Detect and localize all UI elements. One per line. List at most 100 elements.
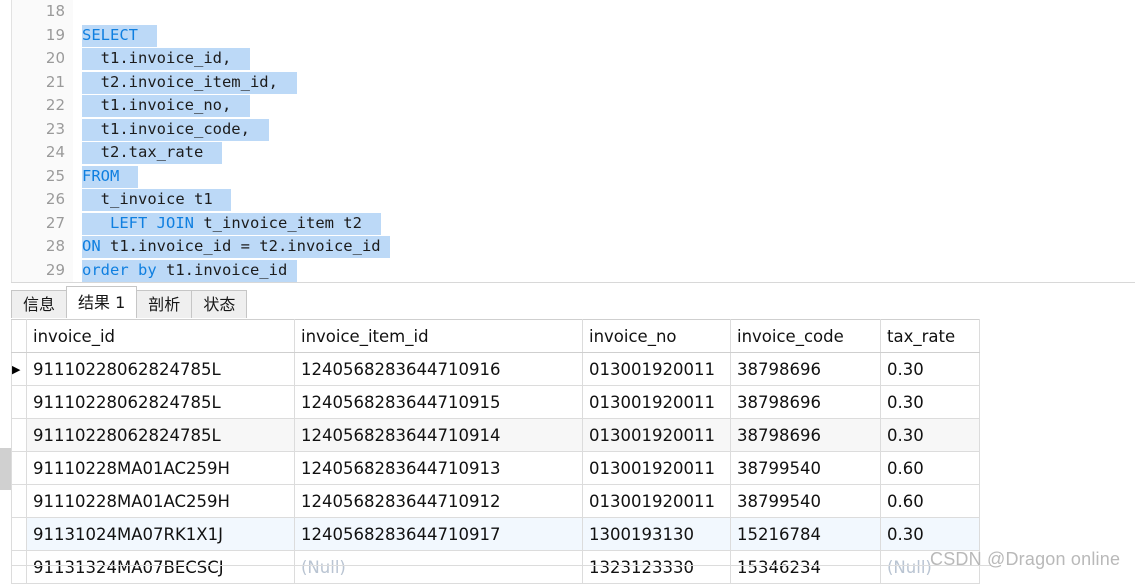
cell-invoice-no[interactable]: 013001920011: [582, 352, 731, 386]
line-number: 28: [45, 237, 65, 255]
cell-invoice-item-id[interactable]: 1240568283644710915: [294, 385, 583, 419]
sql-identifier: [277, 71, 297, 94]
cell-tax-rate[interactable]: 0.60: [880, 484, 980, 518]
table-bottom-edge: [11, 565, 991, 566]
row-marker-cell[interactable]: [11, 550, 27, 584]
table-row[interactable]: 91131024MA07RK1X1J 1240568283644710917 130…: [11, 517, 980, 551]
row-marker-cell[interactable]: [11, 517, 27, 551]
column-header-invoice-no[interactable]: invoice_no: [582, 319, 731, 353]
tab-item[interactable]: 信息: [11, 290, 68, 318]
sql-identifier: [212, 189, 232, 211]
cell-invoice-item-id[interactable]: 1240568283644710916: [294, 352, 583, 386]
cell-invoice-no[interactable]: 013001920011: [582, 451, 731, 485]
code-line[interactable]: ON t1.invoice_id = t2.invoice_id: [73, 235, 1135, 259]
cell-invoice-no[interactable]: 013001920011: [582, 385, 731, 419]
cell-tax-rate[interactable]: 0.30: [880, 418, 980, 452]
cell-invoice-code[interactable]: 38798696: [730, 418, 881, 452]
table-row[interactable]: 91110228MA01AC259H 1240568283644710912 013…: [11, 484, 980, 518]
table-row[interactable]: 91131324MA07BECSCJ (Null) 1323123330 153462…: [11, 550, 980, 584]
table-row[interactable]: 91110228062824785L 1240568283644710915 013…: [11, 385, 980, 419]
cell-invoice-id[interactable]: 91110228MA01AC259H: [26, 451, 295, 485]
sql-identifier: [249, 118, 269, 141]
code-line[interactable]: SELECT: [73, 24, 1135, 48]
cell-invoice-id[interactable]: 91110228062824785L: [26, 385, 295, 419]
column-header-invoice-code[interactable]: invoice_code: [730, 319, 881, 353]
cell-invoice-id[interactable]: 91110228MA01AC259H: [26, 484, 295, 518]
line-number: 25: [45, 166, 65, 185]
cell-invoice-item-id[interactable]: (Null): [294, 550, 583, 584]
results-tab-bar[interactable]: 信息 结果 1 剖析 状态: [11, 286, 1135, 318]
cell-tax-rate[interactable]: 0.30: [880, 352, 980, 386]
code-line[interactable]: t2.tax_rate: [73, 141, 1135, 165]
table-row[interactable]: 91110228062824785L 1240568283644710914 013…: [11, 418, 980, 452]
tab-item[interactable]: 剖析: [136, 290, 193, 318]
cell-invoice-id[interactable]: 91110228062824785L: [26, 418, 295, 452]
sql-identifier: [287, 259, 297, 282]
sql-editor[interactable]: 18 19 20 21 22 23 24 25 26 27 28 29 SELECT t1.invoi…: [0, 0, 1135, 282]
cell-invoice-code[interactable]: 15346234: [730, 550, 881, 584]
sql-identifier: t1.invoice_code,: [82, 118, 250, 141]
cell-invoice-id[interactable]: 91131324MA07BECSCJ: [26, 550, 295, 584]
code-line[interactable]: t1.invoice_code,: [73, 118, 1135, 142]
column-header-invoice-id[interactable]: invoice_id: [26, 319, 295, 353]
sql-code-area[interactable]: SELECT t1.invoice_id, t2.invoice_item_id…: [73, 0, 1135, 282]
tab-item[interactable]: 状态: [191, 290, 248, 318]
code-line[interactable]: t1.invoice_id,: [73, 47, 1135, 71]
line-number: 19: [45, 25, 65, 44]
column-header-invoice-item-id[interactable]: invoice_item_id: [294, 319, 583, 353]
cell-invoice-code[interactable]: 38799540: [730, 451, 881, 485]
table-row[interactable]: 91110228MA01AC259H 1240568283644710913 013…: [11, 451, 980, 485]
code-line[interactable]: t2.invoice_item_id,: [73, 71, 1135, 95]
cell-invoice-id[interactable]: 91110228062824785L: [26, 352, 295, 386]
sql-identifier: t_invoice t1: [82, 189, 213, 211]
cell-invoice-item-id[interactable]: 1240568283644710914: [294, 418, 583, 452]
tab-active[interactable]: 结果 1: [66, 286, 138, 318]
cell-invoice-code[interactable]: 38798696: [730, 385, 881, 419]
cell-invoice-no[interactable]: 013001920011: [582, 484, 731, 518]
cell-tax-rate[interactable]: 0.30: [880, 517, 980, 551]
sql-identifier: [231, 48, 250, 70]
cell-invoice-code[interactable]: 15216784: [730, 517, 881, 551]
cell-tax-rate[interactable]: 0.60: [880, 451, 980, 485]
cell-invoice-item-id[interactable]: 1240568283644710917: [294, 517, 583, 551]
cell-invoice-code[interactable]: 38798696: [730, 352, 881, 386]
sql-identifier: t2.invoice_item_id,: [82, 71, 278, 94]
cell-invoice-item-id[interactable]: 1240568283644710913: [294, 451, 583, 485]
row-marker-cell[interactable]: [11, 451, 27, 485]
cell-invoice-no[interactable]: 1300193130: [582, 517, 731, 551]
code-line[interactable]: t1.invoice_no,: [73, 94, 1135, 118]
code-line[interactable]: [73, 0, 1135, 24]
table-body[interactable]: ▶ 91110228062824785L 1240568283644710916 01…: [11, 352, 980, 584]
row-marker-cell[interactable]: [11, 418, 27, 452]
table-header-row: invoice_id invoice_item_id invoice_no invoi…: [11, 319, 980, 353]
editor-left-rail: [0, 0, 11, 282]
sql-keyword: order by: [82, 259, 157, 282]
result-grid-panel: invoice_id invoice_item_id invoice_no invoi…: [0, 318, 1135, 584]
result-table[interactable]: invoice_id invoice_item_id invoice_no invoi…: [11, 319, 980, 584]
sql-keyword: ON: [82, 236, 101, 258]
cell-invoice-item-id[interactable]: 1240568283644710912: [294, 484, 583, 518]
table-row[interactable]: ▶ 91110228062824785L 1240568283644710916 01…: [11, 352, 980, 386]
code-line[interactable]: LEFT JOIN t_invoice_item t2: [73, 212, 1135, 236]
sql-identifier: t1.invoice_id,: [82, 48, 232, 70]
vertical-scrollbar[interactable]: [0, 318, 11, 580]
cell-invoice-no[interactable]: 1323123330: [582, 550, 731, 584]
vertical-scrollbar-thumb[interactable]: [0, 448, 11, 490]
sql-identifier: t1.invoice_id = t2.invoice_id: [100, 236, 381, 258]
column-header-tax-rate[interactable]: tax_rate: [880, 319, 980, 353]
line-number: 20: [45, 49, 65, 67]
current-row-marker-icon[interactable]: ▶: [11, 352, 27, 386]
cell-tax-rate[interactable]: 0.30: [880, 385, 980, 419]
cell-invoice-no[interactable]: 013001920011: [582, 418, 731, 452]
sql-identifier: [231, 95, 250, 117]
line-number: 18: [45, 2, 65, 20]
code-line[interactable]: t_invoice t1: [73, 188, 1135, 212]
code-line[interactable]: order by t1.invoice_id: [73, 259, 1135, 283]
line-number: 26: [45, 190, 65, 208]
code-line[interactable]: FROM: [73, 165, 1135, 189]
cell-invoice-id[interactable]: 91131024MA07RK1X1J: [26, 517, 295, 551]
cell-invoice-code[interactable]: 38799540: [730, 484, 881, 518]
sql-keyword: FROM: [82, 165, 120, 188]
row-marker-cell[interactable]: [11, 385, 27, 419]
row-marker-cell[interactable]: [11, 484, 27, 518]
